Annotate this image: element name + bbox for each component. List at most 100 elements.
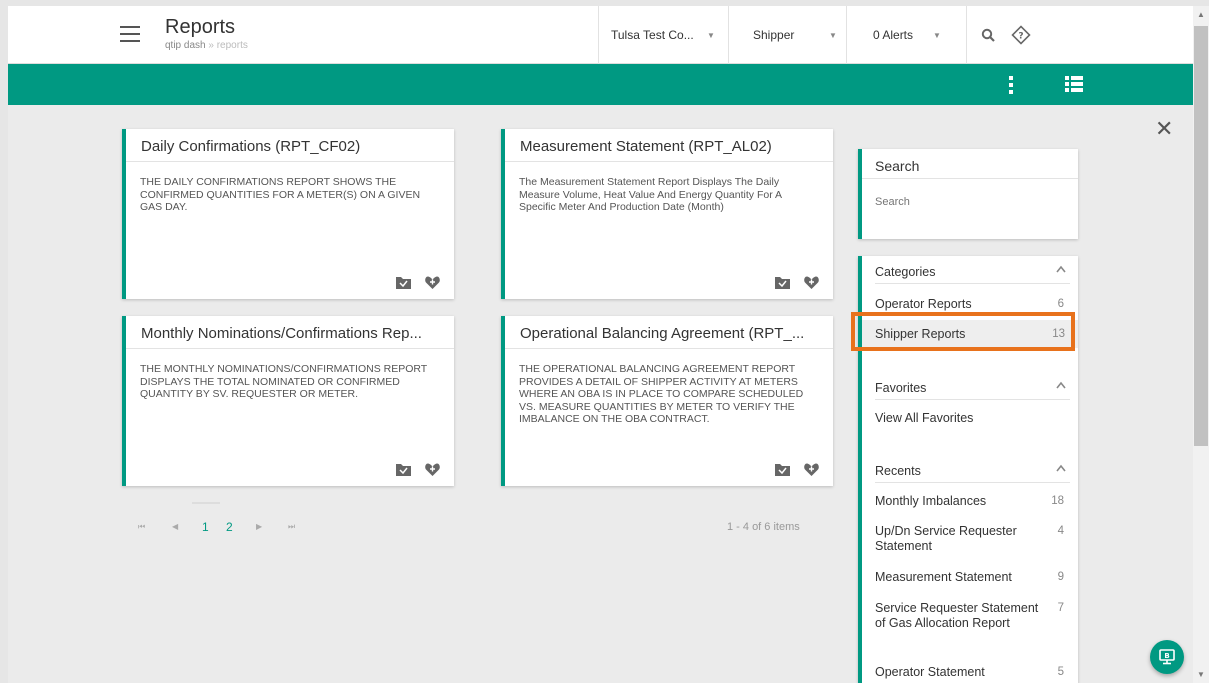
- recent-count: 4: [1057, 525, 1064, 537]
- card-description: THE DAILY CONFIRMATIONS REPORT SHOWS THE…: [140, 176, 421, 213]
- category-count: 13: [1052, 328, 1065, 340]
- categories-header[interactable]: Categories: [875, 256, 1070, 284]
- list-view-icon[interactable]: [1065, 76, 1083, 92]
- categories-title: Categories: [875, 265, 936, 279]
- report-card[interactable]: Daily Confirmations (RPT_CF02) THE DAILY…: [122, 129, 454, 299]
- card-description: The Measurement Statement Report Display…: [519, 176, 782, 213]
- recent-item[interactable]: Service Requester Statement of Gas Alloc…: [875, 601, 1070, 631]
- chevron-up-icon[interactable]: [1056, 265, 1066, 273]
- recent-label: Monthly Imbalances: [875, 494, 987, 508]
- recent-item[interactable]: Operator Statement 5: [875, 665, 1070, 680]
- toolbar: [8, 64, 1193, 105]
- search-panel-title: Search: [862, 149, 1078, 179]
- scrollbar-thumb[interactable]: [1194, 26, 1208, 446]
- heart-icon[interactable]: [425, 463, 440, 476]
- next-page-icon[interactable]: ▶: [256, 522, 262, 531]
- card-description: THE MONTHLY NOMINATIONS/CONFIRMATIONS RE…: [140, 363, 428, 400]
- vertical-scrollbar[interactable]: ▲ ▼: [1193, 6, 1209, 683]
- heart-icon[interactable]: [804, 276, 819, 289]
- category-label: Operator Reports: [875, 297, 972, 311]
- role-dropdown[interactable]: Shipper ▼: [728, 6, 846, 64]
- last-page-icon[interactable]: ⏭: [288, 522, 295, 532]
- scroll-down-icon[interactable]: ▼: [1197, 670, 1205, 679]
- report-card[interactable]: Monthly Nominations/Confirmations Rep...…: [122, 316, 454, 486]
- app-frame: Reports qtip dash » reports Tulsa Test C…: [8, 6, 1193, 683]
- breadcrumb-separator: »: [208, 40, 214, 51]
- breadcrumb-current: reports: [216, 40, 248, 51]
- folder-icon[interactable]: [775, 276, 790, 289]
- more-options-icon[interactable]: [1009, 76, 1015, 94]
- chevron-down-icon: ▼: [829, 30, 837, 40]
- monitor-icon: B: [1159, 649, 1175, 665]
- recent-count: 7: [1057, 602, 1064, 614]
- chevron-down-icon: ▼: [933, 30, 941, 40]
- recent-count: 5: [1057, 666, 1064, 678]
- search-icon[interactable]: [981, 28, 995, 42]
- category-item-shipper-reports[interactable]: Shipper Reports 13: [862, 320, 1078, 348]
- pagination: ⏮ ◀ 1 2 ▶ ⏭ 1 - 4 of 6 items: [122, 502, 836, 544]
- card-actions: [775, 276, 819, 289]
- folder-icon[interactable]: [775, 463, 790, 476]
- category-label: Shipper Reports: [875, 327, 966, 341]
- heart-icon[interactable]: [425, 276, 440, 289]
- help-diamond-icon[interactable]: ?: [1011, 25, 1031, 45]
- close-icon[interactable]: ✕: [1155, 118, 1173, 140]
- report-card[interactable]: Operational Balancing Agreement (RPT_...…: [501, 316, 833, 486]
- card-title[interactable]: Operational Balancing Agreement (RPT_...: [505, 316, 833, 349]
- favorites-title: Favorites: [875, 381, 927, 395]
- recent-label: Measurement Statement: [875, 570, 1012, 584]
- breadcrumb-home[interactable]: qtip dash: [165, 40, 206, 51]
- folder-icon[interactable]: [396, 463, 411, 476]
- first-page-icon[interactable]: ⏮: [138, 522, 145, 532]
- category-count: 6: [1057, 298, 1064, 310]
- fab-badge: B: [1164, 652, 1169, 660]
- recent-item[interactable]: Monthly Imbalances 18: [875, 494, 1070, 509]
- filter-panel: Categories Operator Reports 6 Shipper Re…: [858, 256, 1078, 683]
- card-title[interactable]: Monthly Nominations/Confirmations Rep...: [126, 316, 454, 349]
- chevron-down-icon: ▼: [707, 30, 715, 40]
- recent-label: Service Requester Statement of Gas Alloc…: [875, 601, 1039, 630]
- pager-divider: [192, 502, 220, 504]
- search-panel: Search: [858, 149, 1078, 239]
- card-actions: [775, 463, 819, 476]
- recent-item[interactable]: Up/Dn Service Requester Statement 4: [875, 524, 1070, 554]
- svg-text:?: ?: [1018, 32, 1023, 42]
- favorites-header[interactable]: Favorites: [875, 372, 1070, 400]
- top-header: Reports qtip dash » reports Tulsa Test C…: [8, 6, 1193, 64]
- page-number-2[interactable]: 2: [226, 520, 233, 534]
- alerts-dropdown-value: 0 Alerts: [873, 28, 914, 42]
- prev-page-icon[interactable]: ◀: [172, 522, 178, 531]
- hamburger-menu-icon[interactable]: [120, 26, 140, 42]
- breadcrumb: qtip dash » reports: [165, 40, 248, 51]
- card-title[interactable]: Measurement Statement (RPT_AL02): [505, 129, 833, 162]
- card-actions: [396, 276, 440, 289]
- floating-action-button[interactable]: B: [1150, 640, 1184, 674]
- folder-icon[interactable]: [396, 276, 411, 289]
- recent-count: 18: [1051, 495, 1064, 507]
- recent-item[interactable]: Measurement Statement 9: [875, 570, 1070, 585]
- search-input[interactable]: [875, 196, 1065, 208]
- chevron-up-icon[interactable]: [1056, 464, 1066, 472]
- card-description: THE OPERATIONAL BALANCING AGREEMENT REPO…: [519, 363, 804, 425]
- page-title: Reports: [165, 16, 236, 38]
- chevron-up-icon[interactable]: [1056, 381, 1066, 389]
- recent-label: Up/Dn Service Requester Statement: [875, 524, 1017, 553]
- company-dropdown[interactable]: Tulsa Test Co... ▼: [598, 6, 728, 64]
- scroll-up-icon[interactable]: ▲: [1197, 10, 1205, 19]
- alerts-dropdown[interactable]: 0 Alerts ▼: [846, 6, 966, 64]
- report-card[interactable]: Measurement Statement (RPT_AL02) The Mea…: [501, 129, 833, 299]
- recents-title: Recents: [875, 464, 921, 478]
- role-dropdown-value: Shipper: [753, 28, 795, 42]
- pager-info: 1 - 4 of 6 items: [727, 521, 800, 533]
- recent-label: Operator Statement: [875, 665, 985, 679]
- recents-header[interactable]: Recents: [875, 455, 1070, 483]
- header-icon-group: ?: [966, 6, 1046, 64]
- company-dropdown-value: Tulsa Test Co...: [611, 28, 694, 42]
- recent-count: 9: [1057, 571, 1064, 583]
- card-title[interactable]: Daily Confirmations (RPT_CF02): [126, 129, 454, 162]
- heart-icon[interactable]: [804, 463, 819, 476]
- card-actions: [396, 463, 440, 476]
- favorites-item-view-all[interactable]: View All Favorites: [875, 411, 1070, 426]
- page-number-1[interactable]: 1: [202, 520, 209, 534]
- category-item-operator-reports[interactable]: Operator Reports 6: [875, 297, 1070, 312]
